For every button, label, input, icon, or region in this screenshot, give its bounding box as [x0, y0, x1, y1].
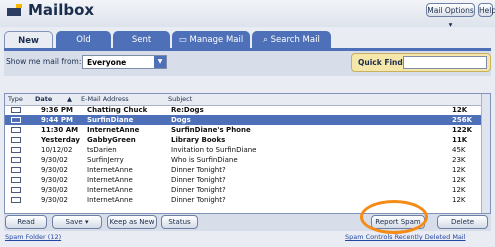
table-row[interactable]: 9/30/02 InternetAnne Dinner Tonight? 12K: [5, 185, 490, 195]
row-size: 11K: [452, 136, 468, 144]
row-date: 9/30/02: [41, 156, 68, 164]
header-email-address[interactable]: E-Mail Address: [81, 95, 129, 103]
envelope-icon: [11, 167, 21, 173]
table-row[interactable]: Yesterday GabbyGreen Library Books 11K: [5, 135, 490, 145]
row-date: 9/30/02: [41, 196, 68, 204]
row-subject: Who is SurfinDiane: [171, 156, 238, 164]
tab-search-mail[interactable]: ⌕ Search Mail: [252, 31, 331, 49]
help-button[interactable]: Help: [478, 3, 495, 17]
envelope-icon: [11, 137, 21, 143]
mailbox-icon: [6, 3, 24, 17]
search-icon: ⌕: [263, 35, 271, 45]
tab-manage-mail-label: Manage Mail: [189, 35, 244, 45]
quick-find-label: Quick Find:: [358, 58, 406, 67]
page-title: Mailbox: [28, 1, 95, 19]
row-size: 23K: [452, 156, 466, 164]
row-from: InternetAnne: [87, 126, 140, 134]
status-button[interactable]: Status: [161, 215, 198, 229]
table-row[interactable]: 9/30/02 SurfinJerry Who is SurfinDiane 2…: [5, 155, 490, 165]
report-spam-button[interactable]: Report Spam: [371, 215, 425, 229]
table-scrollbar[interactable]: [481, 94, 490, 213]
read-button[interactable]: Read: [5, 215, 47, 229]
table-row[interactable]: 9:36 PM Chatting Chuck Re:Dogs 12K: [5, 105, 490, 115]
folder-icon: ▭: [178, 35, 190, 45]
row-subject: Dinner Tonight?: [171, 196, 226, 204]
table-row[interactable]: 11:30 AM InternetAnne SurfinDiane's Phon…: [5, 125, 490, 135]
row-subject: Dinner Tonight?: [171, 166, 226, 174]
filter-bar: Show me mail from: Everyone ▼ Quick Find…: [4, 51, 491, 76]
delete-button[interactable]: Delete: [437, 215, 488, 229]
row-size: 122K: [452, 126, 473, 134]
row-date: 9/30/02: [41, 176, 68, 184]
row-from: InternetAnne: [87, 196, 133, 204]
tab-search-mail-label: Search Mail: [270, 35, 320, 45]
filter-label: Show me mail from:: [6, 57, 82, 66]
row-from: InternetAnne: [87, 176, 133, 184]
row-from: Chatting Chuck: [87, 106, 148, 114]
envelope-icon: [11, 107, 21, 113]
tab-manage-mail[interactable]: ▭ Manage Mail: [172, 31, 250, 49]
row-size: 12K: [452, 166, 466, 174]
row-subject: Dinner Tonight?: [171, 176, 226, 184]
recently-deleted-mail-link[interactable]: Spam Controls Recently Deleted Mail: [345, 233, 466, 241]
quick-find: Quick Find:: [351, 53, 491, 72]
row-subject: SurfinDiane's Phone: [171, 126, 251, 134]
row-size: 12K: [452, 176, 466, 184]
table-row[interactable]: 10/12/02 tsDarien Invitation to SurfinDi…: [5, 145, 490, 155]
row-date: Yesterday: [41, 136, 80, 144]
row-from: tsDarien: [87, 146, 117, 154]
sender-filter-select[interactable]: Everyone ▼: [82, 55, 167, 69]
row-from: SurfinJerry: [87, 156, 124, 164]
table-row[interactable]: 9/30/02 InternetAnne Dinner Tonight? 12K: [5, 175, 490, 185]
keep-as-new-button[interactable]: Keep as New: [107, 215, 157, 229]
header-date[interactable]: Date: [35, 95, 52, 103]
row-date: 10/12/02: [41, 146, 73, 154]
row-from: GabbyGreen: [87, 136, 136, 144]
row-date: 9/30/02: [41, 186, 68, 194]
quick-find-input[interactable]: [403, 56, 487, 69]
row-date: 9:44 PM: [41, 116, 73, 124]
row-size: 12K: [452, 106, 468, 114]
save-button[interactable]: Save ▾: [52, 215, 102, 229]
row-size: 256K: [452, 116, 473, 124]
row-subject: Invitation to SurfinDiane: [171, 146, 257, 154]
row-date: 9:36 PM: [41, 106, 73, 114]
tab-old[interactable]: Old: [56, 31, 111, 49]
table-row[interactable]: 9/30/02 InternetAnne Dinner Tonight? 12K: [5, 165, 490, 175]
envelope-icon: [11, 127, 21, 133]
envelope-icon: [11, 197, 21, 203]
envelope-icon: [11, 177, 21, 183]
mail-options-button[interactable]: Mail Options ▾: [426, 3, 475, 29]
row-from: SurfinDiane: [87, 116, 134, 124]
mail-table: Type Date ▲ E-Mail Address Subject 9:36 …: [4, 93, 491, 214]
envelope-icon: [11, 187, 21, 193]
chevron-down-icon: ▼: [154, 56, 166, 68]
envelope-icon: [11, 147, 21, 153]
row-date: 11:30 AM: [41, 126, 79, 134]
tab-strip: New (000) Old Sent ▭ Manage Mail ⌕ Searc…: [4, 31, 491, 64]
action-bar: Read Save ▾ Keep as New Status Report Sp…: [4, 214, 491, 231]
row-size: 12K: [452, 196, 466, 204]
header-type[interactable]: Type: [8, 95, 23, 103]
row-subject: Library Books: [171, 136, 226, 144]
tab-sent[interactable]: Sent: [113, 31, 170, 49]
table-row[interactable]: 9/30/02 InternetAnne Dinner Tonight? 12K: [5, 195, 490, 205]
row-size: 12K: [452, 186, 466, 194]
envelope-icon: [11, 157, 21, 163]
title-bar: Mailbox Mail Options ▾ Help: [0, 0, 495, 29]
row-subject: Re:Dogs: [171, 106, 204, 114]
row-subject: Dogs: [171, 116, 191, 124]
row-from: InternetAnne: [87, 166, 133, 174]
row-from: InternetAnne: [87, 186, 133, 194]
table-row[interactable]: 9:44 PM SurfinDiane Dogs 256K: [5, 115, 490, 125]
header-subject[interactable]: Subject: [168, 95, 192, 103]
tab-new[interactable]: New (000): [4, 31, 53, 64]
sort-ascending-icon: ▲: [67, 95, 72, 103]
row-subject: Dinner Tonight?: [171, 186, 226, 194]
row-size: 45K: [452, 146, 466, 154]
envelope-icon: [11, 117, 21, 123]
spam-folder-link[interactable]: Spam Folder (12): [5, 233, 61, 241]
row-date: 9/30/02: [41, 166, 68, 174]
sender-filter-value: Everyone: [87, 58, 127, 67]
